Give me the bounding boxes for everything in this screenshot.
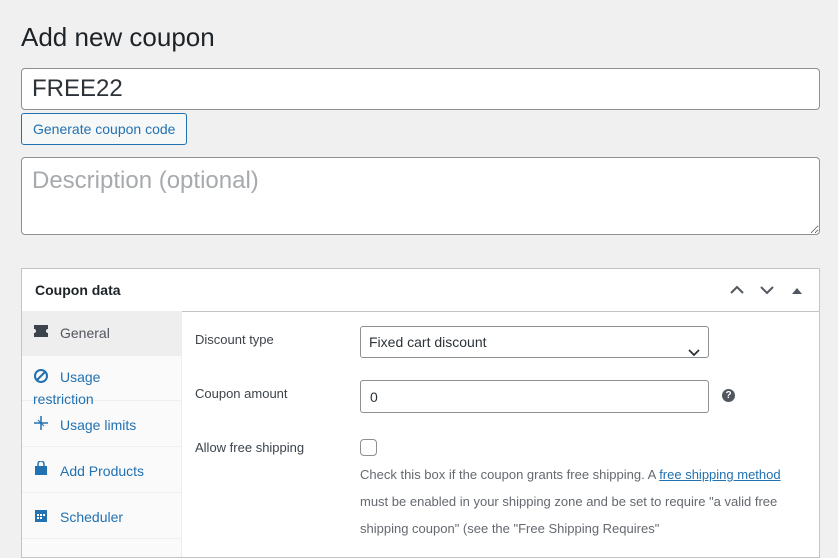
coupon-amount-input[interactable] xyxy=(360,380,709,413)
tab-general-label: General xyxy=(60,325,110,341)
discount-type-value: Fixed cart discount xyxy=(369,334,487,350)
free-shipping-desc-part-1: Check this box if the coupon grants free… xyxy=(360,467,660,482)
tab-add-products-label: Add Products xyxy=(60,463,145,479)
tab-scheduler-label: Scheduler xyxy=(60,509,124,525)
coupon-tabs: General Usage restriction Usage limits A… xyxy=(22,311,182,557)
discount-type-label: Discount type xyxy=(195,332,274,347)
bag-icon xyxy=(33,460,49,477)
generate-coupon-code-button[interactable]: Generate coupon code xyxy=(21,113,188,145)
coupon-amount-label: Coupon amount xyxy=(195,386,288,401)
free-shipping-method-link[interactable]: free shipping method xyxy=(659,467,780,482)
ticket-icon xyxy=(33,323,49,339)
description-textarea[interactable] xyxy=(21,157,820,235)
coupon-data-panel: Coupon data General Usage restriction Us… xyxy=(21,268,820,558)
discount-type-select[interactable]: Fixed cart discount xyxy=(360,326,709,358)
panel-header-controls xyxy=(725,269,809,311)
page-title: Add new coupon xyxy=(21,22,215,52)
chevron-up-icon[interactable] xyxy=(725,278,749,302)
crosshair-icon xyxy=(33,415,49,431)
general-form: Discount type Fixed cart discount Coupon… xyxy=(182,311,819,557)
calendar-icon xyxy=(33,507,49,523)
free-shipping-desc-part-2: must be enabled in your shipping zone an… xyxy=(360,494,778,536)
tab-usage-restriction[interactable]: Usage restriction xyxy=(22,356,181,407)
help-icon[interactable]: ? xyxy=(722,389,735,402)
tab-usage-limits-label: Usage limits xyxy=(60,417,137,433)
free-shipping-description: Check this box if the coupon grants free… xyxy=(360,461,800,542)
tab-scheduler[interactable]: Scheduler xyxy=(22,493,181,539)
tab-general[interactable]: General xyxy=(22,311,181,356)
tab-add-products[interactable]: Add Products xyxy=(22,447,181,493)
tab-usage-limits[interactable]: Usage limits xyxy=(22,401,181,447)
block-icon xyxy=(33,368,49,384)
free-shipping-checkbox[interactable] xyxy=(360,439,377,456)
panel-title: Coupon data xyxy=(35,282,121,298)
chevron-down-icon xyxy=(688,337,700,367)
chevron-down-icon[interactable] xyxy=(755,278,779,302)
coupon-code-input[interactable] xyxy=(21,68,820,110)
free-shipping-label: Allow free shipping xyxy=(195,440,305,455)
panel-header: Coupon data xyxy=(22,269,819,312)
toggle-arrow-icon[interactable] xyxy=(785,278,809,302)
tab-usage-restriction-label-1: Usage xyxy=(60,369,101,385)
